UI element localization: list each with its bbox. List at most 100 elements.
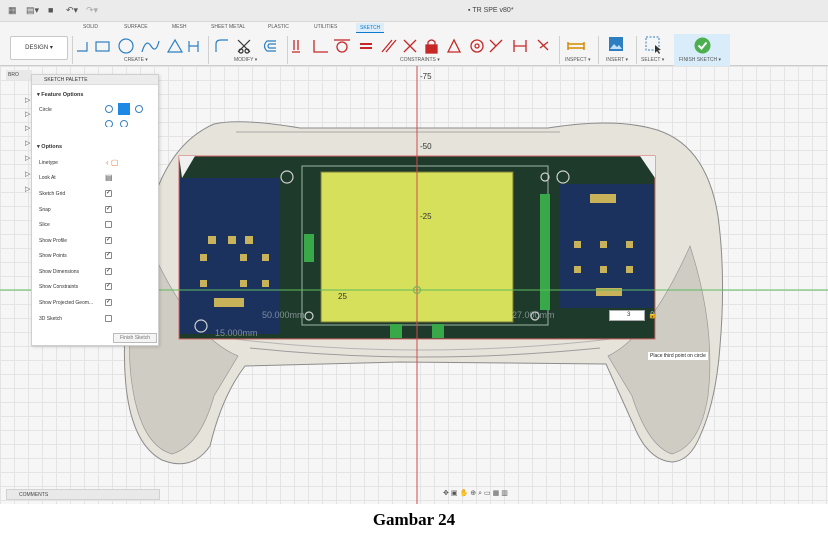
measure-icon[interactable] [566,38,586,54]
linetype-icon[interactable]: ‹ ▢ [106,158,118,167]
constraints-menu[interactable]: CONSTRAINTS ▾ [400,57,440,63]
3d-sketch-checkbox[interactable] [105,315,112,322]
look-at-icon[interactable]: ▤ [105,173,113,182]
perpendicular-icon [313,40,328,53]
save-icon[interactable]: ■ [48,5,53,15]
document-title: ▪ TR SPE v80* [468,7,514,14]
show-dimensions-checkbox[interactable]: ✓ [105,268,112,275]
tree-expand-icon[interactable]: ▷ [25,124,30,132]
tab-solid[interactable]: SOLID [83,24,98,30]
command-tooltip: Place third point on circle [648,352,708,360]
option-show-dimensions: Show Dimensions [39,269,80,275]
select-icon[interactable] [645,36,663,54]
dim-text-2: 15.000mm [215,328,258,338]
sketch-grid-checkbox[interactable]: ✓ [105,190,112,197]
grid-settings-icon[interactable]: ▦ [493,490,502,497]
tree-expand-icon[interactable]: ▷ [25,185,30,193]
apps-grid-icon[interactable]: ▦ [8,5,17,16]
tree-expand-icon[interactable]: ▷ [25,170,30,178]
create-menu[interactable]: CREATE ▾ [124,57,148,63]
orbit-icon[interactable]: ✥ [443,490,451,497]
insert-image-icon[interactable] [608,36,624,52]
option-3d-sketch: 3D Sketch [39,316,63,322]
divider [72,36,73,64]
tree-expand-icon[interactable]: ▷ [25,110,30,118]
modify-menu[interactable]: MODIFY ▾ [234,57,257,63]
axis-label-minus-50: -50 [420,142,432,151]
dim-text-1: 50.000mm [262,310,305,320]
curvature-icon [537,39,549,51]
navigation-toolbar: ✥▣✋⊕⌕▭▦▥ [443,489,567,501]
show-constraints-checkbox[interactable]: ✓ [105,283,112,290]
divider [598,36,599,64]
snap-checkbox[interactable]: ✓ [105,206,112,213]
show-projected-geometry-checkbox[interactable]: ✓ [105,299,112,306]
option-slice: Slice [39,222,50,228]
triangle-icon [166,38,184,53]
two-point-circle-icon [135,105,143,113]
figure-caption: Gambar 24 [372,510,456,529]
select-menu[interactable]: SELECT ▾ [641,57,664,63]
tab-mesh[interactable]: MESH [172,24,186,30]
axis-label-minus-75: -75 [420,72,432,81]
file-icon[interactable]: ▤▾ [26,5,39,16]
show-points-checkbox[interactable]: ✓ [105,252,112,259]
lock-icon[interactable]: 🔒 [648,311,657,319]
coincident-icon [403,39,417,53]
pan-icon[interactable]: ✋ [460,490,471,497]
redo-icon[interactable]: ↷▾ [86,5,98,16]
tab-sketch[interactable]: SKETCH [356,23,385,33]
divider [208,36,209,64]
tab-utilities[interactable]: UTILITIES [314,24,337,30]
circle-label: Circle [39,107,52,113]
palette-header[interactable]: SKETCH PALETTE [32,75,158,85]
undo-icon[interactable]: ↶▾ [66,5,78,16]
collinear-icon [489,39,503,53]
inspect-menu[interactable]: INSPECT ▾ [565,57,590,63]
tab-plastic[interactable]: PLASTIC [268,24,289,30]
options-heading[interactable]: ▾ Options [37,144,62,150]
tab-sheet-metal[interactable]: SHEET METAL [211,24,245,30]
option-show-points: Show Points [39,253,67,259]
feature-options-heading[interactable]: ▾ Feature Options [37,92,83,98]
offset-icon [263,40,276,52]
finish-sketch-button[interactable]: FINISH SKETCH ▾ [674,34,730,66]
sketch-palette: SKETCH PALETTE ▾ Feature Options Circle … [31,74,159,346]
parallel-icon [381,39,397,53]
option-sketch-grid: Sketch Grid [39,191,66,197]
dimension-input[interactable]: 3 [609,310,645,321]
three-point-circle-icon [118,103,130,115]
design-workspace-button[interactable]: DESIGN ▾ [10,36,68,60]
zoom-icon[interactable]: ⊕ [470,490,478,497]
browser-panel-header[interactable]: BRO [6,70,32,80]
display-settings-icon[interactable]: ▭ [484,490,493,497]
center-diameter-circle-icon [105,105,113,113]
dimension-icon [188,41,199,52]
spline-icon [141,40,160,53]
equal-icon [360,43,372,49]
tree-expand-icon[interactable]: ▷ [25,154,30,162]
tangent-icon [336,41,348,53]
option-show-profile: Show Profile [39,238,68,244]
tree-expand-icon[interactable]: ▷ [25,139,30,147]
option-show-projected-geometry: Show Projected Geom... [39,300,94,306]
create-tools [77,38,199,54]
three-tangent-circle-icon [120,120,128,127]
option-look-at: Look At [39,175,56,181]
show-profile-checkbox[interactable]: ✓ [105,237,112,244]
tree-expand-icon[interactable]: ▷ [25,96,30,104]
dim-text-3: 27.000mm [512,310,555,320]
look-at-nav-icon[interactable]: ▣ [451,490,460,497]
comments-panel[interactable]: COMMENTS [6,489,160,500]
divider [636,36,637,64]
slice-checkbox[interactable] [105,221,112,228]
palette-finish-sketch-button[interactable]: Finish Sketch [113,333,157,343]
divider [559,36,560,64]
two-tangent-circle-icon [105,120,113,127]
tab-surface[interactable]: SURFACE [124,24,148,30]
viewports-icon[interactable]: ▥ [501,490,510,497]
check-icon [694,37,711,54]
insert-menu[interactable]: INSERT ▾ [606,57,628,63]
midpoint-icon [446,38,462,53]
option-snap: Snap [39,207,51,213]
